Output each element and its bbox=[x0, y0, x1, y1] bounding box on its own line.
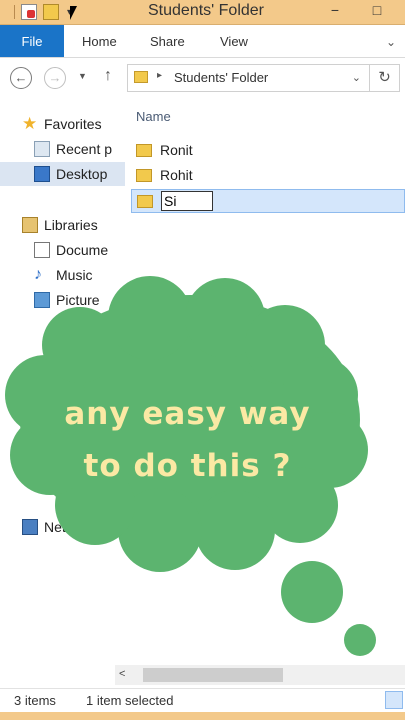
sidebar-item-libraries[interactable]: Libraries bbox=[22, 213, 98, 237]
folder-icon bbox=[134, 71, 148, 83]
details-view-icon[interactable] bbox=[385, 691, 403, 709]
refresh-button[interactable]: ↻ bbox=[370, 64, 400, 92]
desktop-icon bbox=[34, 166, 50, 182]
recent-places-icon bbox=[34, 141, 50, 157]
tab-home[interactable]: Home bbox=[82, 25, 117, 57]
up-folder-button[interactable]: ↑ bbox=[104, 67, 112, 85]
breadcrumb-students-folder[interactable]: Students' Folder bbox=[174, 70, 268, 85]
list-item[interactable]: Ronit bbox=[136, 138, 193, 162]
sidebar-item-pictures[interactable]: Picture bbox=[34, 288, 100, 312]
scrollbar-thumb[interactable] bbox=[143, 668, 283, 682]
scroll-left-icon[interactable]: < bbox=[119, 668, 125, 680]
file-list: Name Ronit Rohit bbox=[127, 98, 405, 663]
sidebar-item-label: Picture bbox=[56, 292, 100, 308]
libraries-icon bbox=[22, 217, 38, 233]
pictures-icon bbox=[34, 292, 50, 308]
title-bar: ▾ Students' Folder − □ bbox=[0, 0, 405, 25]
folder-name: Ronit bbox=[160, 142, 193, 158]
thought-bubble-text: any easy way to do this ? bbox=[0, 388, 375, 492]
list-item[interactable]: Rohit bbox=[136, 163, 193, 187]
sidebar-item-label: Desktop bbox=[56, 166, 108, 182]
new-folder-icon[interactable] bbox=[43, 4, 59, 20]
navigation-bar: ← → ▼ ↑ ▸ Students' Folder ⌄ ↻ bbox=[0, 58, 405, 98]
rename-input[interactable] bbox=[161, 191, 213, 211]
address-history-chevron-icon[interactable]: ⌄ bbox=[352, 71, 361, 84]
documents-icon bbox=[34, 242, 50, 258]
sidebar-item-documents[interactable]: Docume bbox=[34, 238, 108, 262]
window-title: Students' Folder bbox=[148, 2, 265, 19]
tab-view[interactable]: View bbox=[220, 25, 248, 57]
sidebar-item-label: Recent p bbox=[56, 141, 113, 157]
selection-count: 1 item selected bbox=[86, 693, 174, 708]
item-count: 3 items bbox=[14, 693, 56, 708]
thought-text-line-2: to do this ? bbox=[83, 448, 292, 484]
ribbon-tabs: File Home Share View ⌄ bbox=[0, 25, 405, 58]
sidebar-item-desktop[interactable]: Desktop bbox=[0, 162, 125, 186]
thought-text-line-1: any easy way bbox=[64, 396, 311, 432]
sidebar-item-label: Libraries bbox=[44, 217, 98, 233]
folder-icon bbox=[137, 194, 153, 208]
sidebar-item-network[interactable]: Netwo bbox=[22, 515, 84, 539]
network-icon bbox=[22, 519, 38, 535]
folder-name: Rohit bbox=[160, 167, 193, 183]
column-header-name[interactable]: Name bbox=[136, 109, 171, 124]
sidebar-item-label: Favorites bbox=[44, 116, 102, 132]
properties-icon[interactable] bbox=[21, 4, 37, 20]
folder-icon bbox=[136, 168, 152, 182]
toolbar-divider bbox=[14, 5, 15, 19]
recent-locations-icon[interactable]: ▼ bbox=[78, 71, 87, 81]
tab-file[interactable]: File bbox=[0, 25, 64, 57]
list-item-renaming[interactable] bbox=[131, 189, 405, 213]
sidebar-item-favorites[interactable]: ★ Favorites bbox=[22, 112, 102, 136]
folder-icon bbox=[136, 143, 152, 157]
address-bar[interactable]: ▸ Students' Folder ⌄ bbox=[127, 64, 370, 92]
breadcrumb-chevron-icon[interactable]: ▸ bbox=[157, 70, 162, 81]
mouse-cursor-icon bbox=[70, 6, 84, 20]
status-bar: 3 items 1 item selected bbox=[0, 688, 405, 713]
expand-ribbon-icon[interactable]: ⌄ bbox=[386, 35, 396, 49]
forward-button[interactable]: → bbox=[44, 67, 66, 89]
sidebar-item-music[interactable]: ♪ Music bbox=[34, 263, 93, 287]
tab-share[interactable]: Share bbox=[150, 25, 185, 57]
minimize-button[interactable]: − bbox=[325, 0, 345, 24]
sidebar-item-label: Netwo bbox=[44, 519, 84, 535]
sidebar-item-label: Docume bbox=[56, 242, 109, 258]
horizontal-scrollbar[interactable]: < bbox=[115, 665, 405, 685]
quick-access-toolbar: ▾ bbox=[0, 0, 72, 24]
maximize-button[interactable]: □ bbox=[367, 0, 387, 24]
star-icon: ★ bbox=[22, 114, 38, 133]
sidebar-item-label: Music bbox=[56, 267, 93, 283]
back-button[interactable]: ← bbox=[10, 67, 32, 89]
window-frame-bottom bbox=[0, 712, 405, 720]
music-note-icon: ♪ bbox=[34, 266, 42, 283]
sidebar-item-recent-places[interactable]: Recent p bbox=[34, 137, 112, 161]
